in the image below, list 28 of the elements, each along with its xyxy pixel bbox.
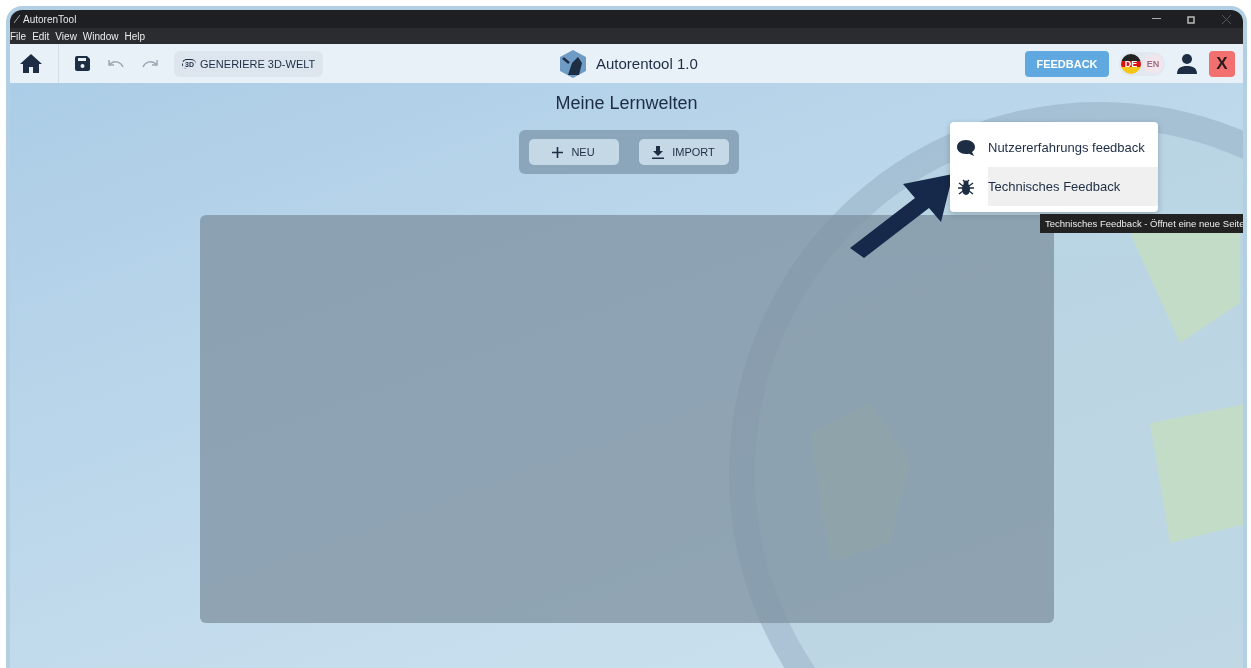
menu-item[interactable]: Window xyxy=(82,30,119,42)
speech-bubble-icon xyxy=(956,138,976,157)
app-title: Autorentool 1.0 xyxy=(596,55,698,72)
minimize-icon[interactable] xyxy=(1152,18,1161,20)
new-button[interactable]: NEU xyxy=(528,139,619,165)
page-heading: Meine Lernwelten xyxy=(555,93,698,114)
menu-item[interactable]: File xyxy=(10,30,27,42)
menu-item[interactable]: Edit xyxy=(32,30,50,42)
user-icon xyxy=(1177,53,1197,74)
import-button[interactable]: IMPORT xyxy=(638,139,729,165)
home-icon xyxy=(20,54,42,73)
user-button[interactable] xyxy=(1175,51,1199,76)
restore-icon[interactable] xyxy=(1187,14,1196,24)
window-title: AutorenTool xyxy=(23,13,77,25)
redo-icon xyxy=(142,59,158,68)
undo-icon xyxy=(108,59,124,68)
app-icon xyxy=(14,15,20,23)
menu-item[interactable]: Help xyxy=(124,30,145,42)
plus-icon xyxy=(552,146,564,158)
home-button[interactable] xyxy=(18,52,44,75)
save-button[interactable] xyxy=(73,54,92,73)
language-button[interactable]: DE xyxy=(1121,53,1141,74)
save-icon xyxy=(75,56,90,71)
download-icon xyxy=(652,145,665,159)
menu-item[interactable]: View xyxy=(55,30,77,42)
close-app-button[interactable]: X xyxy=(1209,50,1235,77)
menu-option[interactable]: Nutzererfahrungs feedback xyxy=(950,128,1158,167)
app-logo xyxy=(558,48,588,79)
